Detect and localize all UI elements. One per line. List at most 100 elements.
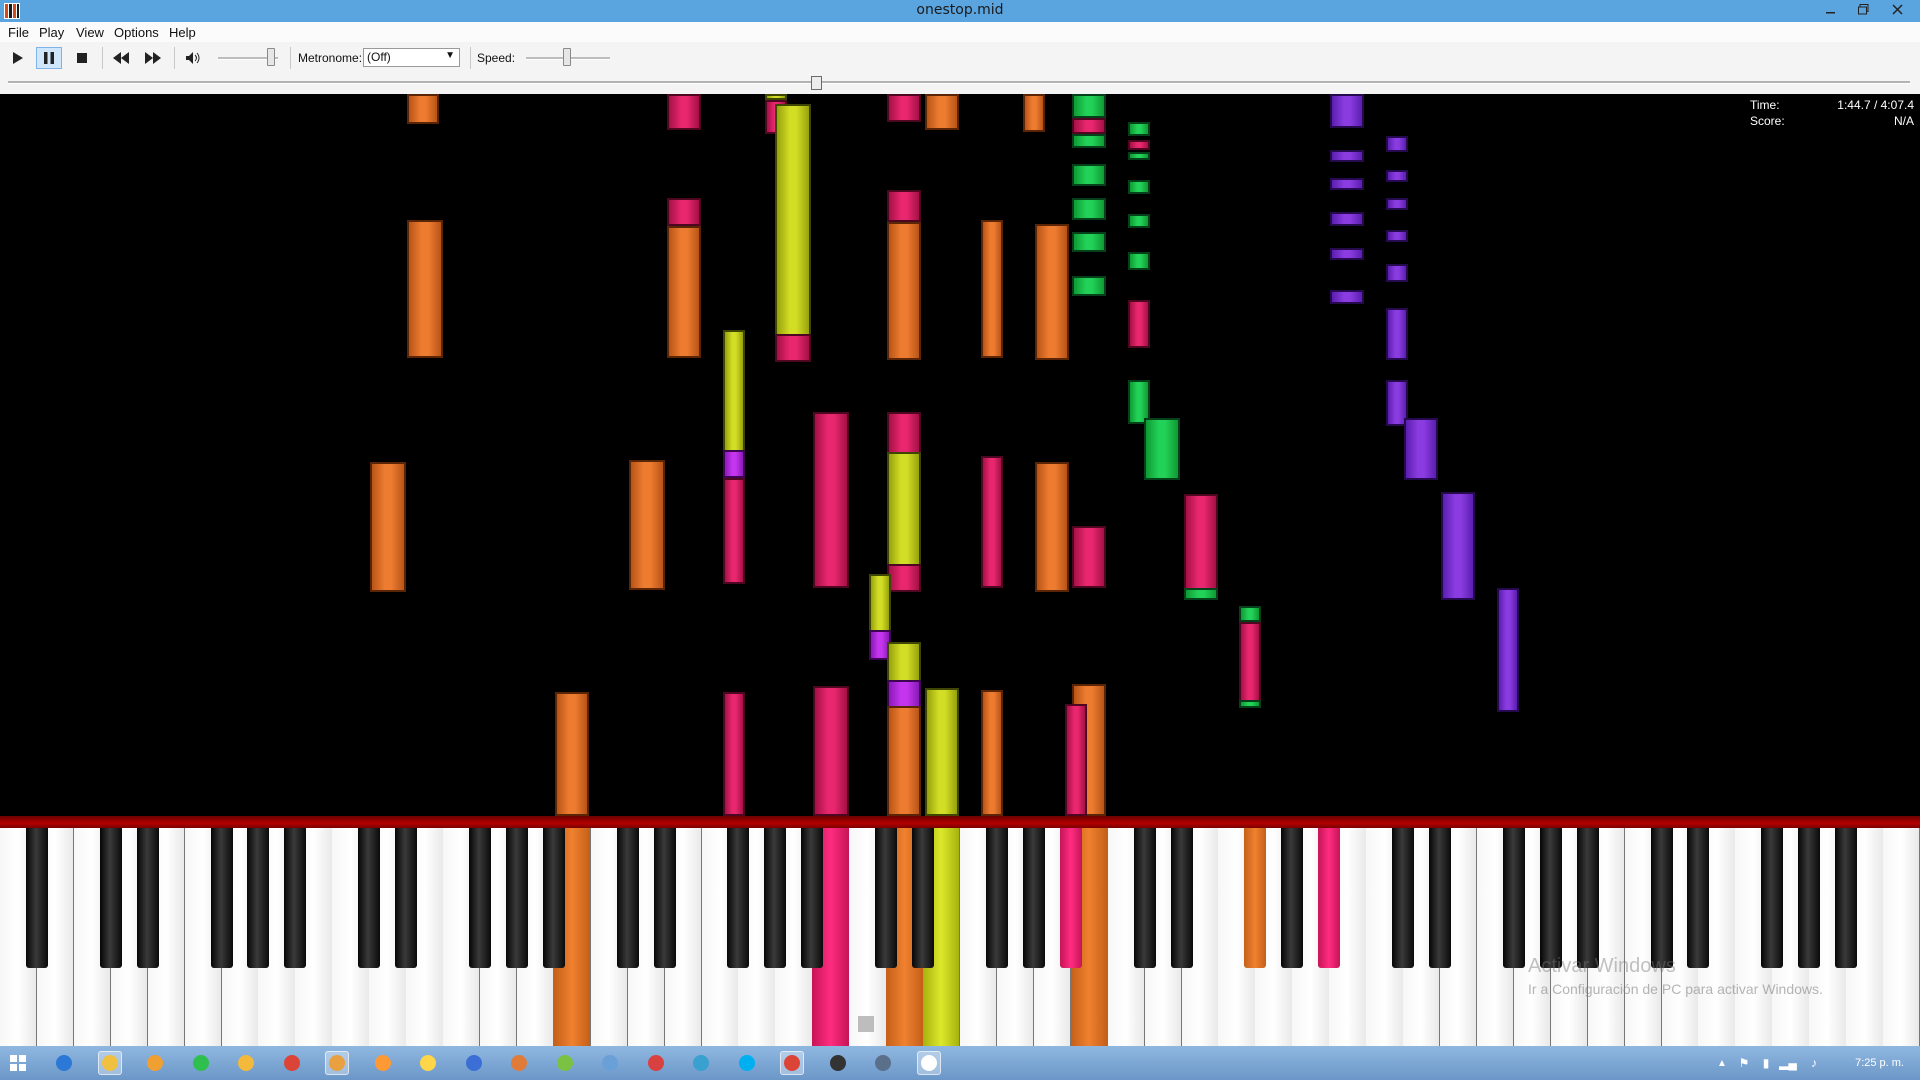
note-bar xyxy=(1065,704,1087,816)
cat-app-icon-glyph xyxy=(329,1055,345,1071)
flag-icon[interactable]: ⚑ xyxy=(1736,1051,1752,1075)
media-player-icon[interactable] xyxy=(143,1051,167,1075)
fast-forward-button[interactable] xyxy=(140,47,166,69)
piano-black-key[interactable] xyxy=(1392,828,1415,968)
start-button[interactable] xyxy=(6,1051,30,1075)
taskbar-clock[interactable]: 7:25 p. m. xyxy=(1855,1057,1904,1069)
volume-button[interactable] xyxy=(180,47,206,69)
fox-app-icon[interactable] xyxy=(371,1051,395,1075)
piano-black-key[interactable] xyxy=(1502,828,1525,968)
stop-button[interactable] xyxy=(69,47,95,69)
piano-black-key[interactable] xyxy=(247,828,270,968)
piano-black-key[interactable] xyxy=(542,828,565,968)
piano-black-key[interactable] xyxy=(469,828,491,968)
piano-black-key[interactable] xyxy=(653,828,676,968)
close-button[interactable] xyxy=(1882,0,1912,22)
chrome-icon[interactable] xyxy=(280,1051,304,1075)
network-icon[interactable]: ▂▄ xyxy=(1779,1051,1797,1075)
rewind-button[interactable] xyxy=(108,47,134,69)
pen-icon[interactable] xyxy=(871,1051,895,1075)
volume-slider-thumb[interactable] xyxy=(267,48,275,66)
note-bar xyxy=(667,226,701,358)
menu-play[interactable]: Play xyxy=(39,25,64,40)
metronome-select[interactable]: (Off) ▼ xyxy=(363,48,460,67)
piano-black-key[interactable] xyxy=(727,828,750,968)
photo-icon[interactable] xyxy=(416,1051,440,1075)
piano-black-key[interactable] xyxy=(1576,828,1599,968)
piano-black-key[interactable] xyxy=(1429,828,1451,968)
piano-keyboard[interactable] xyxy=(0,828,1920,1046)
piano-black-key[interactable] xyxy=(395,828,418,968)
app-arrow-icon[interactable] xyxy=(189,1051,213,1075)
game-icon[interactable] xyxy=(826,1051,850,1075)
ie-icon[interactable] xyxy=(52,1051,76,1075)
note-bar xyxy=(887,452,921,566)
piano-black-key[interactable] xyxy=(801,828,824,968)
explorer-icon[interactable] xyxy=(97,1051,122,1075)
piano-black-key[interactable] xyxy=(1539,828,1562,968)
piano-black-key[interactable] xyxy=(1835,828,1858,968)
menu-options[interactable]: Options xyxy=(114,25,159,40)
piano-black-key[interactable] xyxy=(1687,828,1710,968)
headset-icon[interactable] xyxy=(462,1051,486,1075)
piano-black-key[interactable] xyxy=(505,828,528,968)
note-bar xyxy=(1184,494,1218,594)
battery-icon[interactable]: ▮ xyxy=(1758,1051,1774,1075)
note-bar xyxy=(1128,180,1150,194)
piano-black-key[interactable] xyxy=(1133,828,1156,968)
piano-black-key[interactable] xyxy=(136,828,159,968)
paint-icon[interactable] xyxy=(507,1051,531,1075)
piano-black-key[interactable] xyxy=(1170,828,1193,968)
menu-file[interactable]: File xyxy=(8,25,29,40)
piano-black-key[interactable] xyxy=(25,828,48,968)
play-button[interactable] xyxy=(5,47,31,69)
image-icon[interactable] xyxy=(598,1051,622,1075)
plus-app-icon[interactable] xyxy=(553,1051,577,1075)
piano-black-key[interactable] xyxy=(210,828,233,968)
piano-black-key[interactable] xyxy=(1798,828,1821,968)
restore-button[interactable] xyxy=(1848,0,1878,22)
folder-icon[interactable] xyxy=(234,1051,258,1075)
taskbar: ▲ ⚑ ▮ ▂▄ ♪ 7:25 p. m. xyxy=(0,1046,1920,1080)
piano-black-key[interactable] xyxy=(1318,828,1341,968)
fast-forward-icon xyxy=(145,52,161,64)
piano-black-key[interactable] xyxy=(99,828,122,968)
skype-icon[interactable] xyxy=(735,1051,759,1075)
menu-view[interactable]: View xyxy=(76,25,104,40)
note-bar xyxy=(887,412,921,454)
tray-expand-icon[interactable]: ▲ xyxy=(1714,1051,1730,1075)
cat-app-icon[interactable] xyxy=(325,1051,349,1075)
piano-black-key[interactable] xyxy=(1761,828,1784,968)
piano-black-key[interactable] xyxy=(764,828,787,968)
piano-black-key[interactable] xyxy=(1059,828,1082,968)
piano-black-key[interactable] xyxy=(875,828,898,968)
piano-black-key[interactable] xyxy=(912,828,935,968)
chrome-icon-glyph xyxy=(784,1055,800,1071)
piano-black-key[interactable] xyxy=(985,828,1008,968)
piano-black-key[interactable] xyxy=(616,828,639,968)
note-bar xyxy=(1386,136,1408,152)
song-progress-thumb[interactable] xyxy=(811,76,823,90)
speaker-icon[interactable]: ♪ xyxy=(1806,1051,1822,1075)
piano-black-key[interactable] xyxy=(1281,828,1304,968)
piano-black-key[interactable] xyxy=(1650,828,1673,968)
song-progress-track[interactable] xyxy=(8,81,1910,84)
piano-white-key[interactable] xyxy=(1883,828,1920,1046)
pause-button[interactable] xyxy=(36,47,62,69)
piano-app-icon[interactable] xyxy=(916,1051,941,1075)
compass-icon[interactable] xyxy=(644,1051,668,1075)
speed-slider-thumb[interactable] xyxy=(563,48,571,66)
note-bar xyxy=(1072,526,1106,588)
chrome-icon[interactable] xyxy=(780,1051,804,1075)
note-bar xyxy=(1072,134,1106,148)
piano-black-key[interactable] xyxy=(358,828,381,968)
minimize-button[interactable] xyxy=(1816,0,1846,22)
note-bar xyxy=(1072,164,1106,186)
piano-black-key[interactable] xyxy=(284,828,307,968)
piano-black-key[interactable] xyxy=(1244,828,1267,968)
piano-black-key[interactable] xyxy=(1022,828,1045,968)
note-bar xyxy=(1128,122,1150,136)
menu-help[interactable]: Help xyxy=(169,25,196,40)
globe-icon[interactable] xyxy=(689,1051,713,1075)
note-bar xyxy=(1072,276,1106,296)
